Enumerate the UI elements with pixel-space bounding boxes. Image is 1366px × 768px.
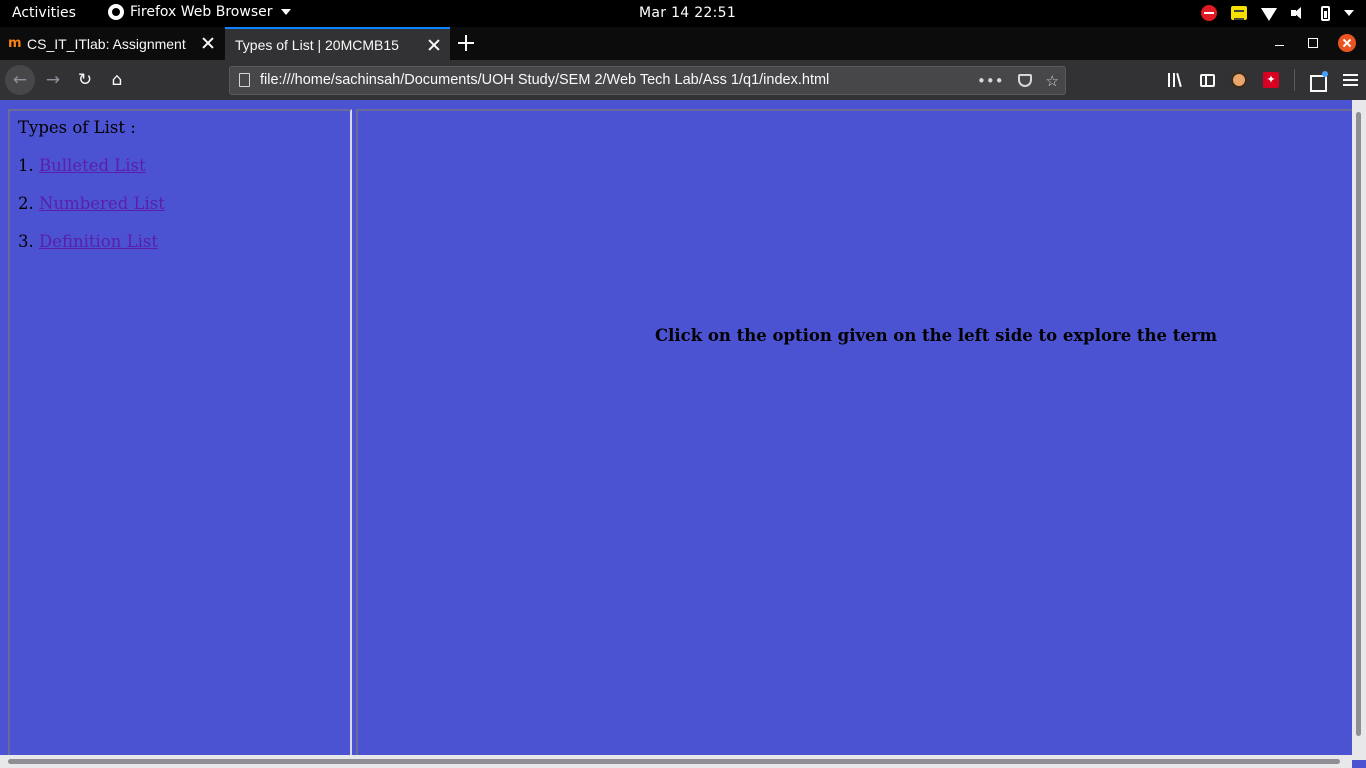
navigation-toolbar: ← → ↻ ⌂ file:///home/sachinsah/Documents…: [0, 60, 1366, 100]
extensions-puzzle-icon[interactable]: [1309, 71, 1328, 92]
item-number: 1.: [18, 156, 34, 175]
system-top-bar: Activities Firefox Web Browser Mar 14 22…: [0, 0, 1366, 27]
url-text[interactable]: file:///home/sachinsah/Documents/UOH Stu…: [260, 72, 829, 88]
minimize-icon[interactable]: [1275, 45, 1284, 46]
system-menu-chevron-icon[interactable]: [1344, 10, 1354, 16]
toolbar-right: ✦: [1166, 69, 1359, 92]
scrollbar-thumb[interactable]: [8, 759, 1340, 764]
chevron-down-icon: [280, 9, 291, 15]
page-viewport: Types of List : 1. Bulleted List 2. Numb…: [0, 100, 1366, 768]
battery-icon[interactable]: [1321, 5, 1330, 21]
clock[interactable]: Mar 14 22:51: [639, 5, 736, 21]
definition-list-link[interactable]: Definition List: [39, 232, 158, 251]
url-bar[interactable]: file:///home/sachinsah/Documents/UOH Stu…: [229, 66, 1066, 95]
reload-button[interactable]: ↻: [70, 65, 100, 95]
horizontal-scrollbar[interactable]: [0, 755, 1352, 768]
sticky-notes-icon[interactable]: [1231, 6, 1247, 20]
account-avatar-icon[interactable]: [1230, 71, 1248, 89]
hamburger-menu-icon[interactable]: [1341, 71, 1359, 89]
maximize-icon[interactable]: [1308, 38, 1318, 48]
page-actions: ••• ☆: [977, 70, 1059, 91]
left-frame: Types of List : 1. Bulleted List 2. Numb…: [8, 109, 352, 759]
tab-title: Types of List | 20MCMB15: [235, 36, 399, 53]
close-icon[interactable]: [428, 39, 440, 51]
numbered-list-link[interactable]: Numbered List: [39, 194, 165, 213]
right-frame: Click on the option given on the left si…: [356, 109, 1352, 755]
volume-icon[interactable]: [1291, 6, 1307, 20]
toolbar-separator: [1294, 69, 1295, 91]
home-button[interactable]: ⌂: [102, 65, 132, 95]
item-number: 2.: [18, 194, 34, 213]
instruction-message: Click on the option given on the left si…: [655, 326, 1218, 345]
bookmark-star-icon[interactable]: ☆: [1046, 72, 1059, 90]
new-tab-icon[interactable]: [456, 33, 476, 53]
list-item: 1. Bulleted List: [18, 156, 146, 175]
list-item: 3. Definition List: [18, 232, 158, 251]
forward-button[interactable]: →: [38, 65, 68, 95]
app-menu[interactable]: Firefox Web Browser: [108, 4, 291, 20]
scrollbar-thumb[interactable]: [1356, 112, 1361, 736]
firefox-icon: [108, 4, 124, 20]
list-types-heading: Types of List :: [18, 118, 136, 137]
bulleted-list-link[interactable]: Bulleted List: [39, 156, 146, 175]
page-actions-icon[interactable]: •••: [977, 72, 1004, 90]
vertical-scrollbar[interactable]: [1352, 100, 1366, 760]
extension-icon[interactable]: ✦: [1262, 71, 1280, 89]
tab-title: CS_IT_ITlab: Assignment: [27, 35, 186, 52]
do-not-disturb-icon[interactable]: [1201, 5, 1217, 21]
system-tray[interactable]: [1201, 3, 1354, 23]
page-icon[interactable]: [239, 73, 250, 87]
window-close-icon[interactable]: [1338, 34, 1356, 52]
wifi-icon[interactable]: [1261, 7, 1277, 21]
list-item: 2. Numbered List: [18, 194, 165, 213]
back-button[interactable]: ←: [5, 65, 35, 95]
pocket-icon[interactable]: [1017, 74, 1032, 87]
activities-button[interactable]: Activities: [12, 5, 76, 21]
close-icon[interactable]: [202, 37, 214, 49]
item-number: 3.: [18, 232, 34, 251]
tab-strip: m CS_IT_ITlab: Assignment Types of List …: [0, 27, 1366, 60]
tab-types-of-list[interactable]: Types of List | 20MCMB15: [225, 27, 450, 60]
moodle-icon: m: [8, 35, 22, 51]
tab-assignment[interactable]: m CS_IT_ITlab: Assignment: [0, 27, 224, 60]
library-icon[interactable]: [1166, 71, 1184, 89]
sidebar-icon[interactable]: [1198, 71, 1216, 89]
app-menu-label: Firefox Web Browser: [130, 4, 273, 20]
